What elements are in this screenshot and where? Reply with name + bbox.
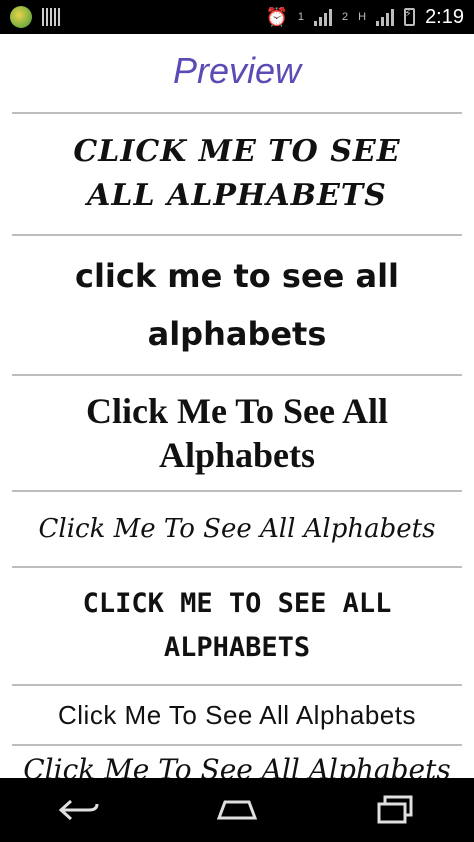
font-preview-item-1[interactable]: CLICK ME TO SEE ALL ALPHABETS (12, 114, 462, 234)
font-preview-item-3[interactable]: Click Me To See All Alphabets (12, 376, 462, 490)
recents-button[interactable] (355, 786, 435, 834)
page-title: Preview (172, 50, 302, 91)
home-button[interactable] (197, 786, 277, 834)
signal-strength-2-icon (376, 8, 395, 26)
recents-icon (377, 795, 413, 824)
font-preview-item-5[interactable]: CLICK ME TO SEE ALL ALPHABETS (12, 568, 462, 684)
network-type-label: H (358, 11, 367, 23)
back-arrow-icon (58, 799, 99, 821)
sim-slot-2-label: 2 (341, 11, 349, 23)
back-button[interactable] (39, 786, 119, 834)
navigation-bar (0, 778, 474, 842)
signal-strength-1-icon (313, 8, 332, 26)
home-icon (216, 800, 258, 820)
status-bar-right: ⏰ 1 2 H 2:19 (265, 6, 464, 29)
status-bar: ⏰ 1 2 H 2:19 (0, 0, 474, 34)
font-preview-item-4[interactable]: Click Me To See All Alphabets (12, 492, 462, 566)
font-preview-item-2[interactable]: click me to see all alphabets (12, 236, 462, 374)
sim-slot-1-label: 1 (297, 11, 304, 23)
app-notification-icon (10, 6, 32, 28)
font-preview-list: CLICK ME TO SEE ALL ALPHABETS click me t… (12, 112, 462, 786)
barcode-icon (42, 8, 60, 26)
status-bar-left (10, 6, 60, 28)
alarm-clock-icon: ⏰ (265, 6, 288, 27)
font-preview-item-6[interactable]: Click Me To See All Alphabets (12, 686, 462, 744)
battery-charging-icon (404, 7, 416, 26)
status-clock: 2:19 (425, 5, 464, 28)
